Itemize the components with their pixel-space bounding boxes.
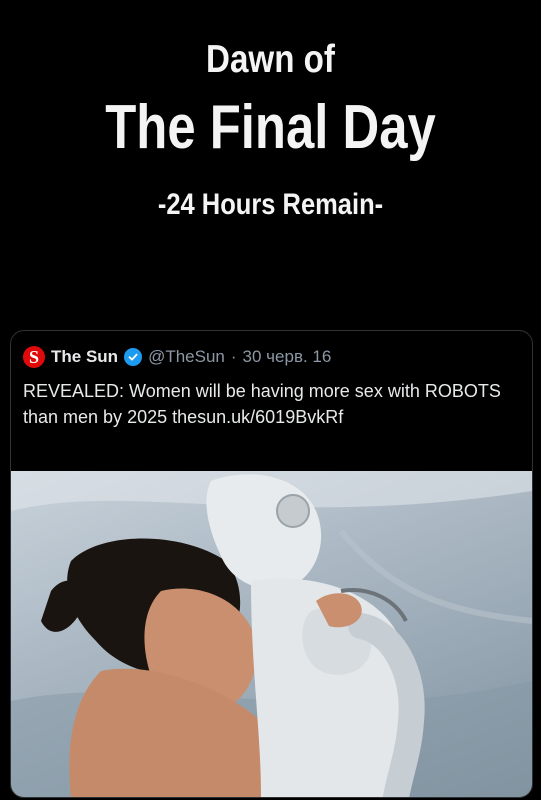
- verified-badge-icon: [124, 348, 143, 366]
- display-name[interactable]: The Sun: [51, 347, 118, 367]
- tweet-text: REVEALED: Women will be having more sex …: [23, 381, 501, 427]
- handle[interactable]: @TheSun: [148, 347, 225, 367]
- title-line-hours-remain: -24 Hours Remain-: [157, 188, 384, 221]
- meme-title-block: Dawn of The Final Day -24 Hours Remain-: [0, 0, 541, 330]
- title-line-final-day: The Final Day: [105, 93, 436, 162]
- tweet-image[interactable]: [11, 471, 532, 797]
- title-line-dawn-of: Dawn of: [206, 38, 335, 81]
- tweet-image-illustration: [11, 471, 532, 797]
- the-sun-logo-icon[interactable]: S: [23, 346, 45, 368]
- tweet-date[interactable]: 30 черв. 16: [243, 347, 332, 367]
- tweet-card[interactable]: S The Sun @TheSun · 30 черв. 16 REVEALED…: [10, 330, 533, 798]
- separator-dot: ·: [230, 347, 237, 366]
- tweet-header: S The Sun @TheSun · 30 черв. 16: [23, 345, 331, 369]
